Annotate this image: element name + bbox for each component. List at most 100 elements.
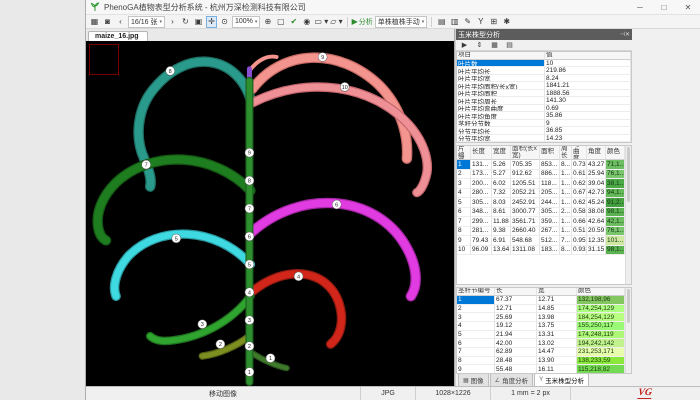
leaf-width[interactable]: 8.03 [492,198,511,208]
leaf-length[interactable]: 348... [471,208,492,218]
leaf-area[interactable]: 886... [540,170,560,180]
leaf-area[interactable]: 359... [540,217,560,227]
summary-item-label[interactable]: 叶片平均周长 [457,97,545,105]
leaf-curvature[interactable]: 0.58 [572,208,587,218]
leaf-curvature[interactable]: 0.73 [572,160,587,170]
stem-length[interactable]: 25.69 [495,313,537,322]
leaf-curvature[interactable]: 0.66 [572,217,587,227]
leaf-perimeter[interactable]: 1... [560,217,572,227]
leaf-curvature[interactable]: 0.93 [572,246,587,256]
leaf-width[interactable]: 6.02 [492,179,511,189]
summary-item-label[interactable]: 叶片平均面积 [457,90,545,98]
summary-item-value[interactable]: 1888.56 [545,90,631,98]
zoom-level-select[interactable]: 100%▾ [232,16,260,28]
leaf-width[interactable]: 11.88 [492,217,511,227]
leaf-table-scrollbar[interactable] [625,146,631,284]
stem-width[interactable]: 13.90 [537,357,577,366]
stem-length[interactable]: 21.94 [495,331,537,340]
roi-rectangle[interactable] [89,44,119,75]
leaf-area[interactable]: 512... [540,236,560,246]
stem-row-no[interactable]: 1 [457,296,495,305]
measure-icon[interactable]: Y [475,16,486,28]
close-button[interactable]: ✕ [676,0,700,14]
leaf-area[interactable]: 267... [540,227,560,237]
leaf-perimeter[interactable]: 1... [560,198,572,208]
stem-color-cell[interactable]: 184,254,129 [577,313,625,322]
stem-length[interactable]: 62.89 [495,348,537,357]
stem-width[interactable]: 12.71 [537,296,577,305]
leaf-area[interactable]: 183... [540,246,560,256]
stem-row-no[interactable]: 5 [457,331,495,340]
leaf-perimeter[interactable]: 2... [560,208,572,218]
leaf-perimeter[interactable]: 1... [560,189,572,199]
leaf-perimeter[interactable]: 8... [560,160,572,170]
leaf-area[interactable]: 244... [540,198,560,208]
image-canvas[interactable]: 89107654321987654321 [86,41,454,386]
stem-row-no[interactable]: 8 [457,357,495,366]
leaf-perimeter[interactable]: 1... [560,179,572,189]
leaf-area[interactable]: 305... [540,208,560,218]
leaf-area-lw[interactable]: 3561.71 [511,217,540,227]
leaf-length[interactable]: 280... [471,189,492,199]
stem-table[interactable]: 茎秆节编号长宽颜色167.3712.71132,198,96212.7114.8… [457,288,625,374]
sort-icon[interactable]: ⇕ [474,40,485,50]
summary-item-label[interactable]: 叶片数 [457,60,545,68]
stem-table-scrollbar[interactable] [625,288,631,373]
summary-item-value[interactable]: 14.23 [545,135,631,143]
leaf-color-cell[interactable]: 98,1... [606,246,625,256]
leaf-angle[interactable]: 39.04 [587,179,606,189]
stem-width[interactable]: 13.98 [537,313,577,322]
leaf-angle[interactable]: 20.59 [587,227,606,237]
leaf-color-cell[interactable]: 42,1... [606,217,625,227]
stem-length[interactable]: 28.48 [495,357,537,366]
leaf-curvature[interactable]: 0.62 [572,198,587,208]
screen-icon[interactable]: ▢ [275,16,286,28]
save-icon[interactable]: ▦ [89,16,100,28]
summary-item-value[interactable]: 1841.21 [545,82,631,90]
leaf-area-lw[interactable]: 912.62 [511,170,540,180]
stem-color-cell[interactable]: 194,242,142 [577,339,625,348]
analysis-mode-select[interactable]: 单株植株手动▾ [375,16,428,28]
settings-icon[interactable]: ✱ [501,16,512,28]
leaf-color-cell[interactable]: 38,1... [606,179,625,189]
leaf-perimeter[interactable]: 1... [560,227,572,237]
stem-color-cell[interactable]: 174,254,129 [577,305,625,314]
leaf-length[interactable]: 305... [471,198,492,208]
leaf-color-cell[interactable]: 101... [606,236,625,246]
leaf-length[interactable]: 299... [471,217,492,227]
pan-tool[interactable]: ✛ [206,16,217,28]
leaf-length[interactable]: 96.09 [471,246,492,256]
tab-maize-plant-analysis[interactable]: Y玉米株型分析 [534,373,589,386]
summary-item-label[interactable]: 叶片平均宽 [457,75,545,83]
leaf-row-no[interactable]: 8 [457,227,471,237]
stem-row-no[interactable]: 6 [457,339,495,348]
leaf-area-lw[interactable]: 705.35 [511,160,540,170]
prev-image-button[interactable]: ‹ [115,16,126,28]
tab-angle-analysis[interactable]: ∠角度分析 [490,373,533,386]
leaf-row-no[interactable]: 1 [457,160,471,170]
summary-item-value[interactable]: 9 [545,120,631,128]
summary-item-value[interactable]: 0.69 [545,105,631,113]
summary-table[interactable]: 项目值叶片数10叶片平均长219.86叶片平均宽8.24叶片平均面积(长x宽)1… [457,52,631,142]
leaf-angle[interactable]: 42.64 [587,217,606,227]
leaf-angle[interactable]: 12.35 [587,236,606,246]
leaf-perimeter[interactable]: 1... [560,170,572,180]
stem-row-no[interactable]: 3 [457,313,495,322]
summary-item-label[interactable]: 叶片平均弯曲度 [457,105,545,113]
summary-item-label[interactable]: 分节平均长 [457,127,545,135]
leaf-length[interactable]: 173... [471,170,492,180]
zoom-in-icon[interactable]: ⊕ [262,16,273,28]
leaf-row-no[interactable]: 10 [457,246,471,256]
leaf-angle[interactable]: 38.08 [587,208,606,218]
leaf-area-lw[interactable]: 1311.08 [511,246,540,256]
leaf-area-lw[interactable]: 2452.91 [511,198,540,208]
leaf-row-no[interactable]: 5 [457,198,471,208]
leaf-curvature[interactable]: 0.67 [572,189,587,199]
summary-item-value[interactable]: 35.86 [545,112,631,120]
leaf-area-lw[interactable]: 1205.51 [511,179,540,189]
table-icon[interactable]: ▦ [489,40,500,50]
camera-icon[interactable]: ◙ [102,16,113,28]
target-icon[interactable]: ◉ [301,16,312,28]
leaf-length[interactable]: 79.43 [471,236,492,246]
leaf-angle[interactable]: 45.24 [587,198,606,208]
